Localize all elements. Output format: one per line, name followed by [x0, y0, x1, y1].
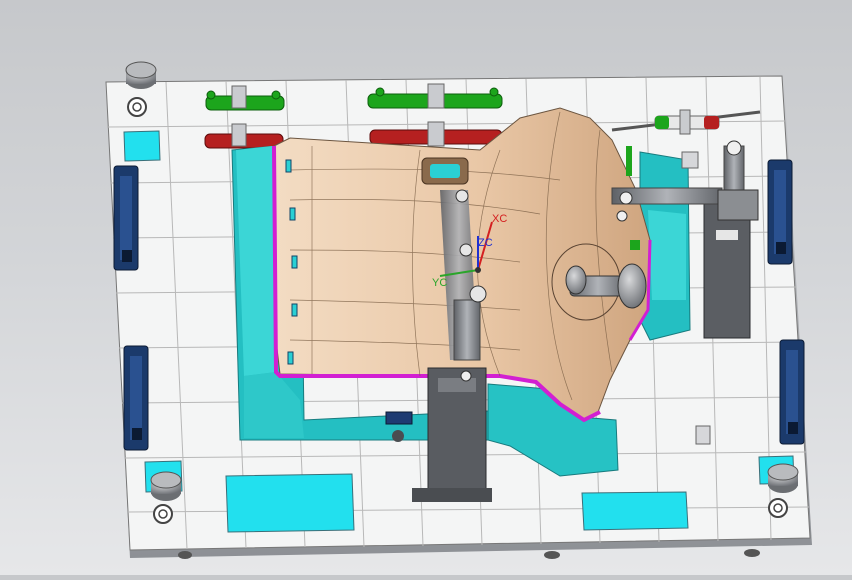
axis-label-z: ZC: [478, 237, 493, 249]
side-handle-right-top[interactable]: [767, 159, 793, 265]
axis-label-x: XC: [492, 213, 507, 225]
axis-label-y: YC: [432, 277, 447, 289]
side-handle-right-bottom[interactable]: [779, 339, 805, 445]
side-handle-left-top[interactable]: [113, 165, 139, 271]
side-handle-left-bottom[interactable]: [123, 345, 149, 451]
cad-viewport[interactable]: XC ZC YC: [0, 0, 852, 575]
cad-canvas[interactable]: XC ZC YC: [0, 0, 852, 575]
